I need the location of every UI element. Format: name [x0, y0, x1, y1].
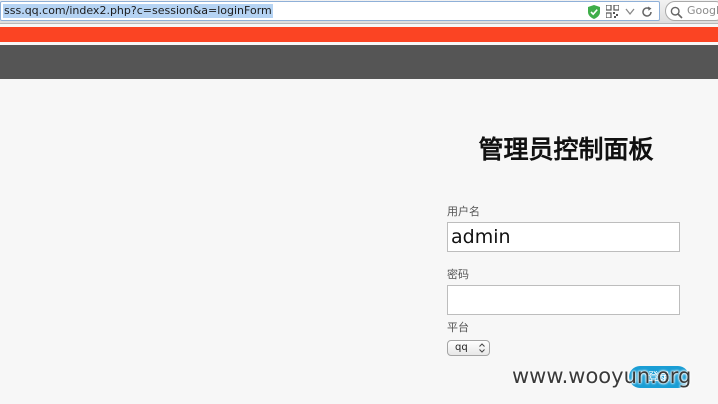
- shield-check-icon[interactable]: [588, 4, 600, 19]
- platform-select-value: qq: [455, 342, 468, 353]
- search-placeholder: Google: [687, 4, 718, 17]
- browser-toolbar: sss.qq.com/index2.php?c=session&a=loginF…: [0, 0, 718, 24]
- password-input[interactable]: [447, 285, 680, 315]
- platform-label: 平台: [447, 321, 469, 334]
- password-label: 密码: [447, 268, 469, 281]
- site-banner: [0, 27, 718, 42]
- qr-code-icon[interactable]: [606, 5, 619, 18]
- search-field[interactable]: Google: [665, 1, 718, 21]
- search-icon: [670, 4, 683, 20]
- platform-select[interactable]: qq: [447, 340, 490, 356]
- address-bar-icons: [588, 4, 653, 19]
- site-navbar: [0, 45, 718, 79]
- reload-icon[interactable]: [641, 6, 653, 18]
- username-input[interactable]: [447, 222, 680, 252]
- watermark: www.wooyun.org: [512, 364, 692, 388]
- page-title: 管理员控制面板: [478, 135, 654, 164]
- username-label: 用户名: [447, 205, 480, 218]
- address-bar[interactable]: sss.qq.com/index2.php?c=session&a=loginF…: [0, 1, 660, 21]
- address-bar-url[interactable]: sss.qq.com/index2.php?c=session&a=loginF…: [3, 4, 273, 18]
- select-arrows-icon: [479, 343, 485, 358]
- chevron-down-icon[interactable]: [625, 8, 635, 16]
